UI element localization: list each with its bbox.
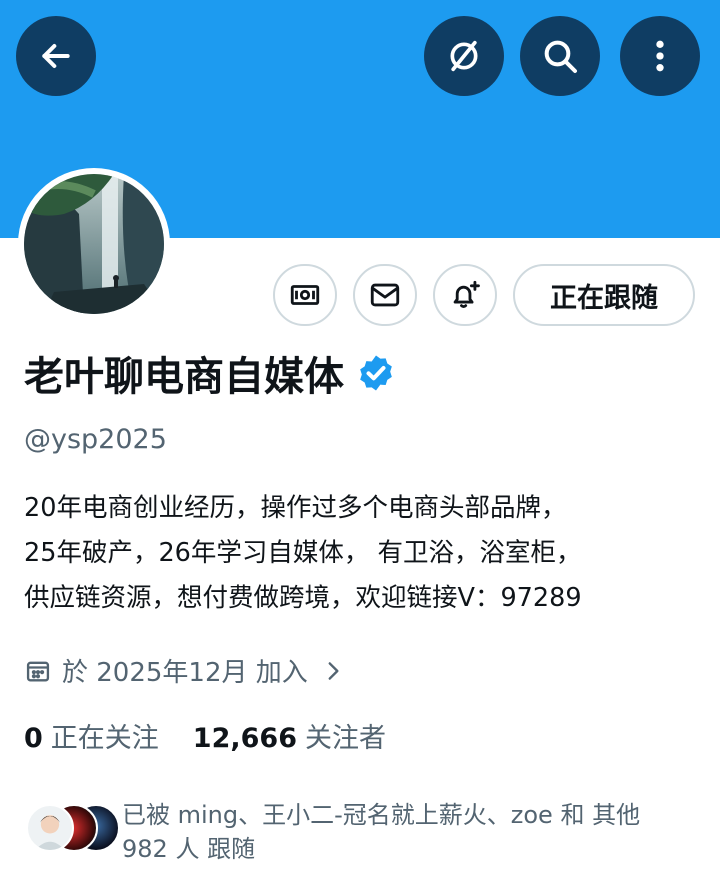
followed-by-line: 982 人 跟随: [122, 835, 256, 863]
arrow-left-icon: [42, 44, 70, 68]
followers-stat[interactable]: 12,666 关注者: [193, 716, 386, 755]
following-count: 0: [24, 723, 43, 754]
slash-circle-icon: [450, 40, 478, 72]
follow-stats: 0 正在关注 12,666 关注者: [24, 716, 386, 755]
mute-button[interactable]: [424, 16, 504, 96]
calendar-icon: [26, 661, 50, 681]
bio-line: 20年电商创业经历，操作过多个电商头部品牌，: [24, 493, 567, 523]
joined-date: 於 2025年12月 加入: [62, 658, 308, 688]
chevron-right-icon: [328, 661, 339, 680]
avatar-image: [24, 174, 164, 314]
back-button[interactable]: [16, 16, 96, 96]
bio-line: 供应链资源，想付费做跨境，欢迎链接V：97289: [24, 583, 582, 613]
verified-badge-icon[interactable]: [356, 353, 396, 393]
following-stat[interactable]: 0 正在关注: [24, 716, 159, 755]
message-button[interactable]: [353, 264, 417, 326]
followed-by-text: 已被 ming、王小二-冠名就上薪火、zoe 和 其他 982 人 跟随: [122, 798, 640, 866]
more-vertical-icon: [656, 40, 664, 72]
notify-button[interactable]: [433, 264, 497, 326]
followed-by-row[interactable]: 已被 ming、王小二-冠名就上薪火、zoe 和 其他 982 人 跟随: [24, 798, 704, 866]
joined-date-row[interactable]: 於 2025年12月 加入: [24, 652, 356, 689]
following-label: 正在关注: [50, 723, 159, 754]
money-icon: [290, 285, 320, 305]
followed-by-line: 已被 ming、王小二-冠名就上薪火、zoe 和 其他: [122, 801, 641, 829]
user-handle: @ysp2025: [24, 424, 167, 455]
display-name: 老叶聊电商自媒体: [24, 354, 344, 400]
tip-button[interactable]: [273, 264, 337, 326]
profile-avatar[interactable]: [18, 168, 170, 320]
bio-line: 25年破产，26年学习自媒体， 有卫浴，浴室柜，: [24, 538, 582, 568]
following-button[interactable]: 正在跟随: [513, 264, 695, 326]
profile-name-row: 老叶聊电商自媒体: [24, 344, 396, 402]
bell-plus-icon: [453, 280, 480, 308]
search-button[interactable]: [520, 16, 600, 96]
more-button[interactable]: [620, 16, 700, 96]
followers-label: 关注者: [305, 723, 386, 754]
profile-bio: 20年电商创业经历，操作过多个电商头部品牌， 25年破产，26年学习自媒体， 有…: [24, 486, 704, 621]
avatar: [26, 804, 74, 852]
search-icon: [544, 40, 577, 73]
followers-count: 12,666: [192, 723, 297, 754]
follower-avatars: [24, 798, 120, 858]
envelope-icon: [370, 283, 400, 307]
